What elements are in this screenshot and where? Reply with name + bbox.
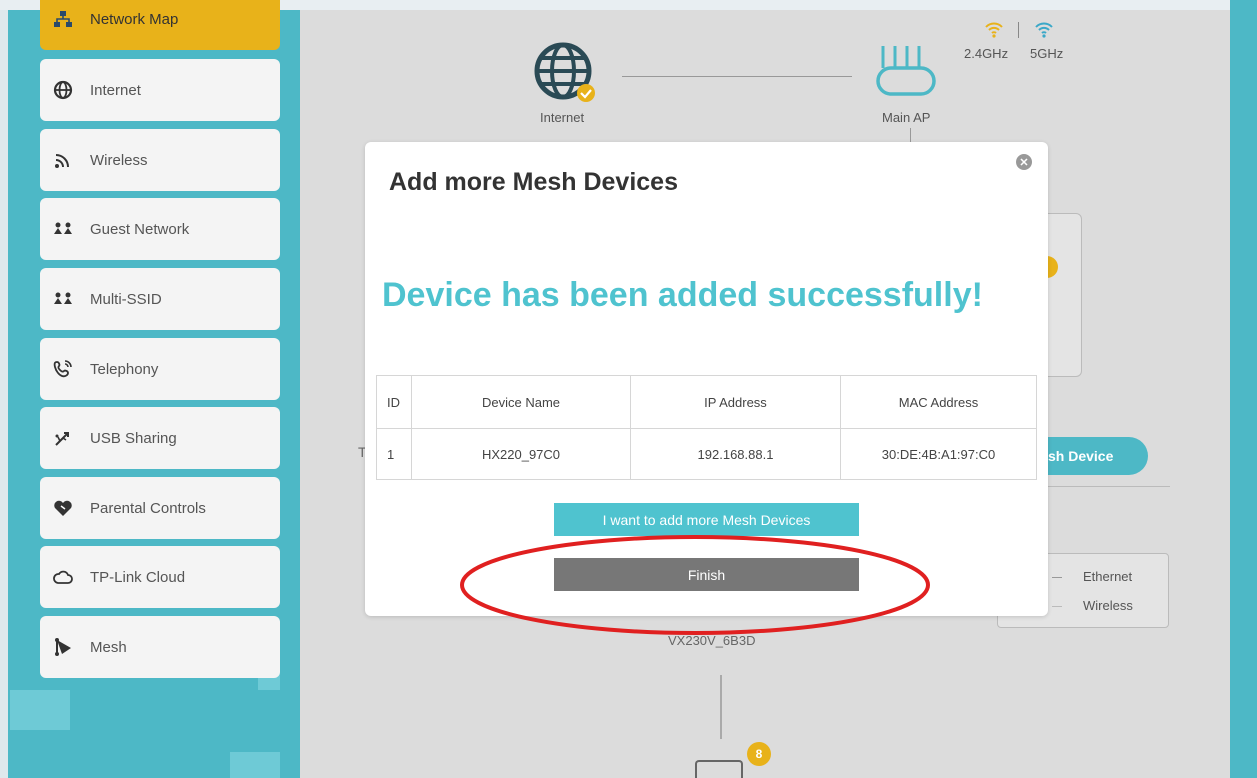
sidebar-item-guest-network[interactable]: Guest Network	[40, 198, 280, 260]
background-right	[1230, 0, 1257, 778]
connection-line	[910, 128, 911, 142]
ethernet-line-sample	[1052, 577, 1062, 578]
table-header-row: ID Device Name IP Address MAC Address	[376, 375, 1037, 429]
wireless-icon	[52, 149, 74, 171]
cell-ip-address: 192.168.88.1	[630, 428, 841, 480]
sidebar-item-label: Guest Network	[90, 220, 190, 238]
column-header-mac-address: MAC Address	[840, 375, 1037, 429]
sidebar-item-parental-controls[interactable]: Parental Controls	[40, 477, 280, 539]
internet-label: Internet	[540, 110, 585, 125]
guest-network-icon	[52, 218, 74, 240]
column-header-id: ID	[376, 375, 412, 429]
sidebar-item-multi-ssid[interactable]: Multi-SSID	[40, 268, 280, 330]
globe-icon	[52, 79, 74, 101]
sidebar-item-label: Network Map	[90, 10, 179, 28]
heart-icon	[52, 497, 74, 519]
band-separator	[1018, 22, 1019, 38]
decorative-block	[10, 690, 70, 730]
sidebar-item-label: Telephony	[90, 360, 159, 378]
sidebar-item-label: Parental Controls	[90, 499, 206, 517]
sidebar-item-wireless[interactable]: Wireless	[40, 129, 280, 191]
cell-mac-address: 30:DE:4B:A1:97:C0	[840, 428, 1037, 480]
divider	[1046, 486, 1170, 487]
dialog-title: Add more Mesh Devices	[389, 168, 678, 196]
mesh-icon	[52, 636, 74, 658]
sidebar-item-mesh[interactable]: Mesh	[40, 616, 280, 678]
usb-icon	[52, 427, 74, 449]
sidebar-item-label: Wireless	[90, 151, 148, 169]
band-5g-label: 5GHz	[1030, 46, 1064, 61]
cell-id: 1	[376, 428, 412, 480]
wifi-5g-icon	[1034, 20, 1054, 38]
sidebar-item-telephony[interactable]: Telephony	[40, 338, 280, 400]
table-row: 1 HX220_97C0 192.168.88.1 30:DE:4B:A1:97…	[376, 428, 1037, 480]
band-2g-label: 2.4GHz	[964, 46, 1009, 61]
node-label: VX230V_6B3D	[668, 633, 756, 648]
legend-ethernet-label: Ethernet	[1083, 569, 1133, 584]
add-more-mesh-devices-button[interactable]: I want to add more Mesh Devices	[554, 503, 859, 536]
sidebar-item-label: Multi-SSID	[90, 290, 162, 308]
decorative-block	[230, 752, 280, 778]
column-header-device-name: Device Name	[411, 375, 631, 429]
sidebar-item-internet[interactable]: Internet	[40, 59, 280, 121]
sidebar-item-label: USB Sharing	[90, 429, 177, 447]
wireless-line-sample	[1052, 606, 1062, 607]
internet-globe-icon[interactable]	[530, 38, 600, 108]
cloud-icon	[52, 566, 74, 588]
mesh-device-table: ID Device Name IP Address MAC Address 1 …	[376, 375, 1037, 480]
sidebar-item-tp-link-cloud[interactable]: TP-Link Cloud	[40, 546, 280, 608]
telephone-icon	[52, 358, 74, 380]
sidebar-item-usb-sharing[interactable]: USB Sharing	[40, 407, 280, 469]
connection-line	[720, 675, 722, 739]
sidebar-item-network-map[interactable]: Network Map	[40, 0, 280, 50]
add-mesh-device-button[interactable]: sh Device	[1040, 437, 1148, 475]
multi-ssid-icon	[52, 288, 74, 310]
column-header-ip-address: IP Address	[630, 375, 841, 429]
main-ap-label: Main AP	[882, 110, 931, 125]
background-stripe	[0, 0, 8, 778]
legend-wireless-label: Wireless	[1083, 598, 1133, 613]
finish-button[interactable]: Finish	[554, 558, 859, 591]
sidebar-item-label: Mesh	[90, 638, 127, 656]
cell-device-name: HX220_97C0	[411, 428, 631, 480]
connection-line	[622, 76, 852, 77]
close-icon[interactable]: ✕	[1016, 154, 1032, 170]
network-map-icon	[52, 8, 74, 30]
success-message: Device has been added successfully!	[382, 276, 983, 314]
client-device-icon[interactable]	[695, 760, 743, 778]
sidebar-item-label: TP-Link Cloud	[90, 568, 186, 586]
sidebar-item-label: Internet	[90, 81, 141, 99]
wifi-2g-icon	[984, 20, 1004, 38]
client-count-badge: 8	[747, 742, 771, 766]
router-icon[interactable]	[875, 42, 937, 102]
